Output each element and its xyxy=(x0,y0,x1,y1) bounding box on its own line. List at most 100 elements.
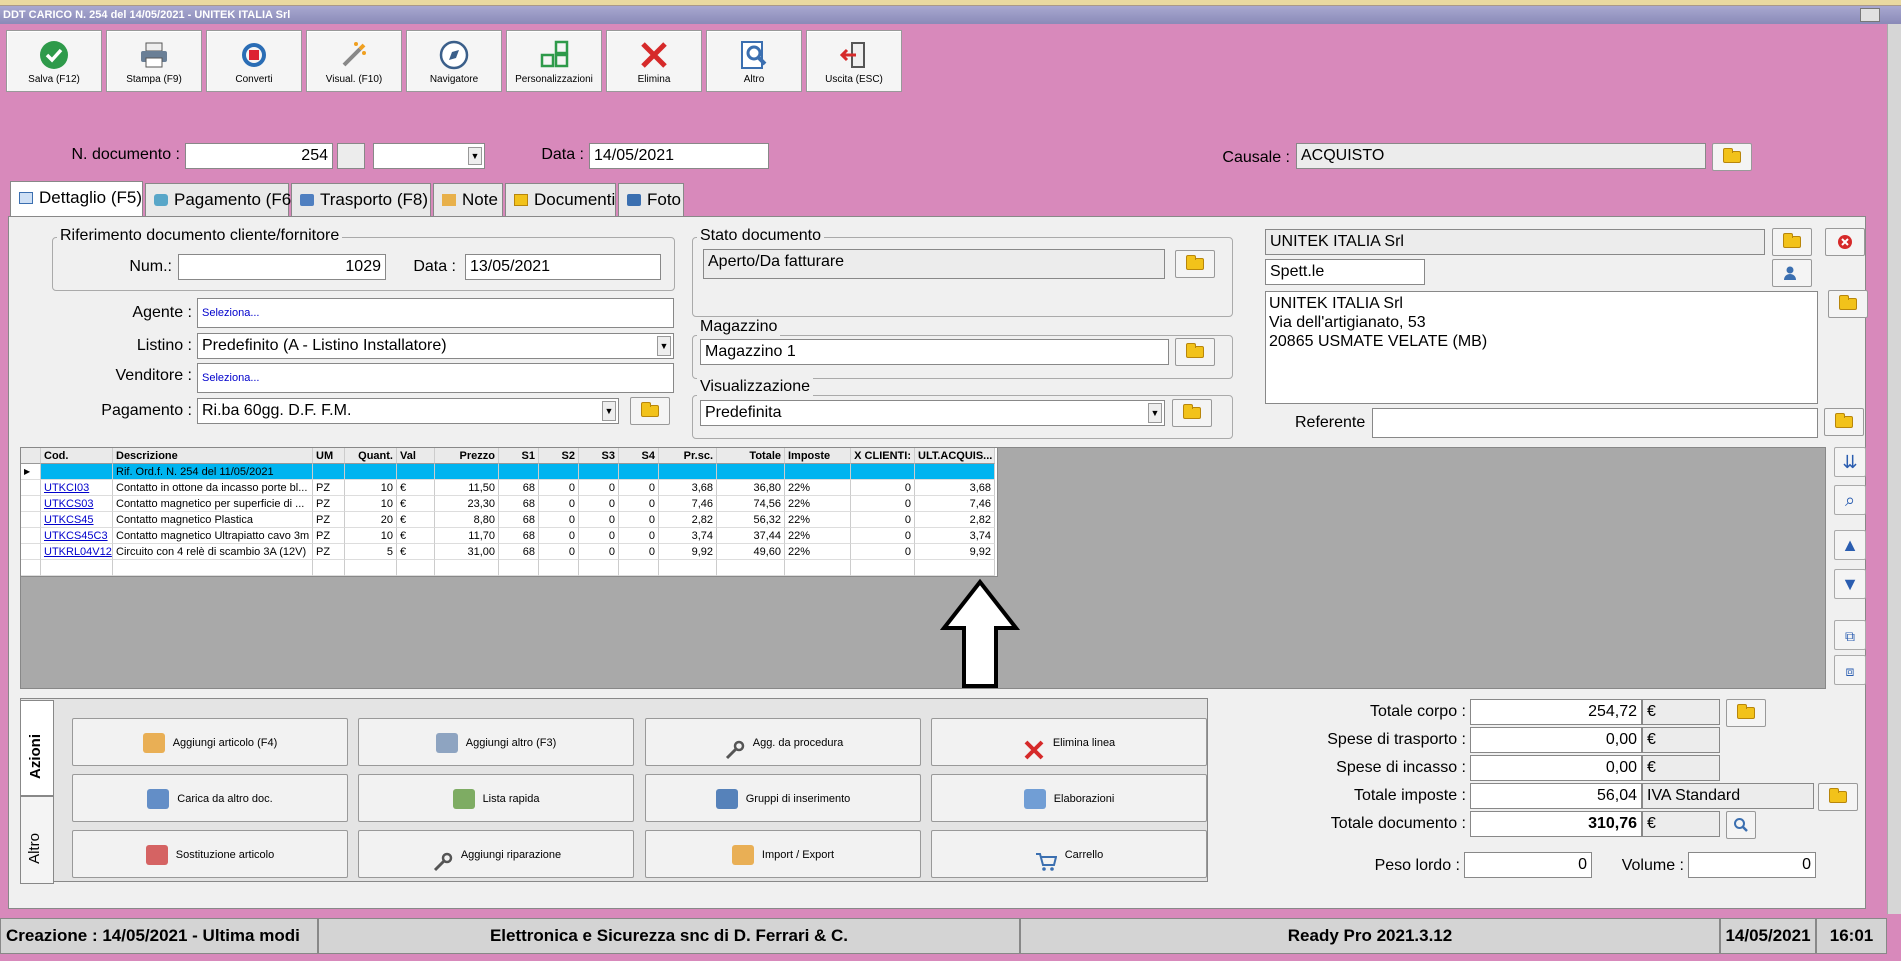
grid-cell[interactable] xyxy=(435,464,499,480)
referente-browse-button[interactable] xyxy=(1824,408,1864,436)
totale-corpo-browse-button[interactable] xyxy=(1726,699,1766,727)
peso-input[interactable]: 0 xyxy=(1464,852,1592,878)
row-selector[interactable] xyxy=(21,512,41,528)
magazzino-browse-button[interactable] xyxy=(1175,338,1215,366)
column-header[interactable]: ULT.ACQUIS... xyxy=(915,448,995,464)
agente-input[interactable]: Seleziona... xyxy=(197,298,674,328)
referente-input[interactable] xyxy=(1372,408,1818,438)
load-from-doc-button[interactable]: Carica da altro doc. xyxy=(72,774,348,822)
volume-input[interactable]: 0 xyxy=(1688,852,1816,878)
ndoc-suffix-input[interactable] xyxy=(337,143,365,169)
data-input[interactable]: 14/05/2021 xyxy=(589,143,769,169)
grid-expand-button[interactable]: ⇊ xyxy=(1834,447,1866,477)
import-export-button[interactable]: Import / Export xyxy=(645,830,921,878)
grid-cell[interactable] xyxy=(313,560,345,576)
paste-row-button[interactable]: ⧈ xyxy=(1834,655,1866,685)
column-header[interactable]: Imposte xyxy=(785,448,851,464)
grid-cell[interactable] xyxy=(21,560,41,576)
column-header[interactable]: UM xyxy=(313,448,345,464)
grid-cell[interactable] xyxy=(41,464,113,480)
grid-cell[interactable] xyxy=(313,464,345,480)
grid-cell[interactable] xyxy=(659,464,717,480)
pagamento-select[interactable]: Ri.ba 60gg. D.F. F.M. xyxy=(197,398,619,424)
visualizzazione-browse-button[interactable] xyxy=(1172,399,1212,427)
close-window-button[interactable] xyxy=(1860,8,1880,22)
item-code-link[interactable]: UTKCS45C3 xyxy=(41,528,113,544)
grid-cell[interactable] xyxy=(397,464,435,480)
grid-cell[interactable] xyxy=(397,560,435,576)
causale-browse-button[interactable] xyxy=(1712,143,1752,171)
copy-row-button[interactable]: ⧉ xyxy=(1834,620,1866,650)
visualizzazione-select[interactable]: Predefinita xyxy=(700,400,1165,426)
column-header[interactable]: Val xyxy=(397,448,435,464)
row-selector[interactable] xyxy=(21,480,41,496)
cliente-name-field[interactable]: UNITEK ITALIA Srl xyxy=(1265,229,1765,255)
column-header[interactable]: S4 xyxy=(619,448,659,464)
contact-lookup-button[interactable] xyxy=(1772,259,1812,287)
item-code-link[interactable]: UTKRL04V12 xyxy=(41,544,113,560)
magazzino-input[interactable]: Magazzino 1 xyxy=(700,339,1169,365)
save-button[interactable]: Salva (F12) xyxy=(6,30,102,92)
grid-search-button[interactable]: ⌕ xyxy=(1834,485,1866,515)
tab-note[interactable]: Note xyxy=(433,183,503,216)
exit-button[interactable]: Uscita (ESC) xyxy=(806,30,902,92)
chevron-down-icon[interactable]: ▼ xyxy=(468,147,482,165)
items-grid[interactable]: Cod. Descrizione UM Quant. Val Prezzo S1 S2 S3 S4… xyxy=(20,447,998,577)
salutation-input[interactable]: Spett.le xyxy=(1265,259,1425,285)
more-button[interactable]: Altro xyxy=(706,30,802,92)
replace-article-button[interactable]: Sostituzione articolo xyxy=(72,830,348,878)
ndoc-series-select[interactable]: ▼ xyxy=(373,143,485,169)
grid-cell[interactable] xyxy=(915,464,995,480)
column-header[interactable]: Pr.sc. xyxy=(659,448,717,464)
column-header[interactable]: Descrizione xyxy=(113,448,313,464)
imposte-browse-button[interactable] xyxy=(1818,783,1858,811)
delete-button[interactable]: Elimina xyxy=(606,30,702,92)
column-header[interactable]: Totale xyxy=(717,448,785,464)
grid-cell[interactable] xyxy=(785,464,851,480)
grid-cell[interactable] xyxy=(717,560,785,576)
chevron-down-icon[interactable]: ▼ xyxy=(602,401,616,421)
grid-cell[interactable] xyxy=(345,560,397,576)
row-selector[interactable]: ▶ xyxy=(21,464,41,480)
vtab-azioni[interactable]: Azioni xyxy=(20,700,54,796)
add-repair-button[interactable]: Aggiungi riparazione xyxy=(358,830,634,878)
tab-dettaglio[interactable]: Dettaglio (F5) xyxy=(10,181,143,217)
column-header[interactable]: Quant. xyxy=(345,448,397,464)
item-code-link[interactable]: UTKCS03 xyxy=(41,496,113,512)
grid-cell[interactable] xyxy=(539,560,579,576)
quick-list-button[interactable]: Lista rapida xyxy=(358,774,634,822)
rif-num-input[interactable]: 1029 xyxy=(178,254,386,280)
add-from-procedure-button[interactable]: Agg. da procedura xyxy=(645,718,921,766)
convert-button[interactable]: Converti xyxy=(206,30,302,92)
listino-select[interactable]: Predefinito (A - Listino Installatore) xyxy=(197,333,674,359)
grid-cell[interactable] xyxy=(345,464,397,480)
zoom-button[interactable] xyxy=(1726,811,1756,839)
grid-cell[interactable] xyxy=(619,560,659,576)
ndoc-input[interactable]: 254 xyxy=(185,143,333,169)
item-code-link[interactable]: UTKCS45 xyxy=(41,512,113,528)
grid-cell[interactable] xyxy=(785,560,851,576)
grid-cell[interactable] xyxy=(499,560,539,576)
print-button[interactable]: Stampa (F9) xyxy=(106,30,202,92)
row-selector[interactable] xyxy=(21,528,41,544)
cliente-browse-button[interactable] xyxy=(1772,228,1812,256)
grid-cell[interactable] xyxy=(41,560,113,576)
visual-button[interactable]: Visual. (F10) xyxy=(306,30,402,92)
stato-browse-button[interactable] xyxy=(1175,250,1215,278)
add-article-button[interactable]: Aggiungi articolo (F4) xyxy=(72,718,348,766)
move-up-button[interactable]: ▲ xyxy=(1834,530,1866,560)
navigator-button[interactable]: Navigatore xyxy=(406,30,502,92)
cart-button[interactable]: Carrello xyxy=(931,830,1207,878)
grid-cell[interactable] xyxy=(113,560,313,576)
grid-cell[interactable] xyxy=(539,464,579,480)
grid-cell[interactable] xyxy=(659,560,717,576)
insert-groups-button[interactable]: Gruppi di inserimento xyxy=(645,774,921,822)
column-header[interactable]: Cod. xyxy=(41,448,113,464)
tab-documenti[interactable]: Documenti xyxy=(505,183,616,216)
processing-button[interactable]: Elaborazioni xyxy=(931,774,1207,822)
grid-cell[interactable] xyxy=(435,560,499,576)
row-selector[interactable] xyxy=(21,496,41,512)
address-browse-button[interactable] xyxy=(1828,290,1868,318)
column-header[interactable]: S2 xyxy=(539,448,579,464)
customize-button[interactable]: Personalizzazioni xyxy=(506,30,602,92)
